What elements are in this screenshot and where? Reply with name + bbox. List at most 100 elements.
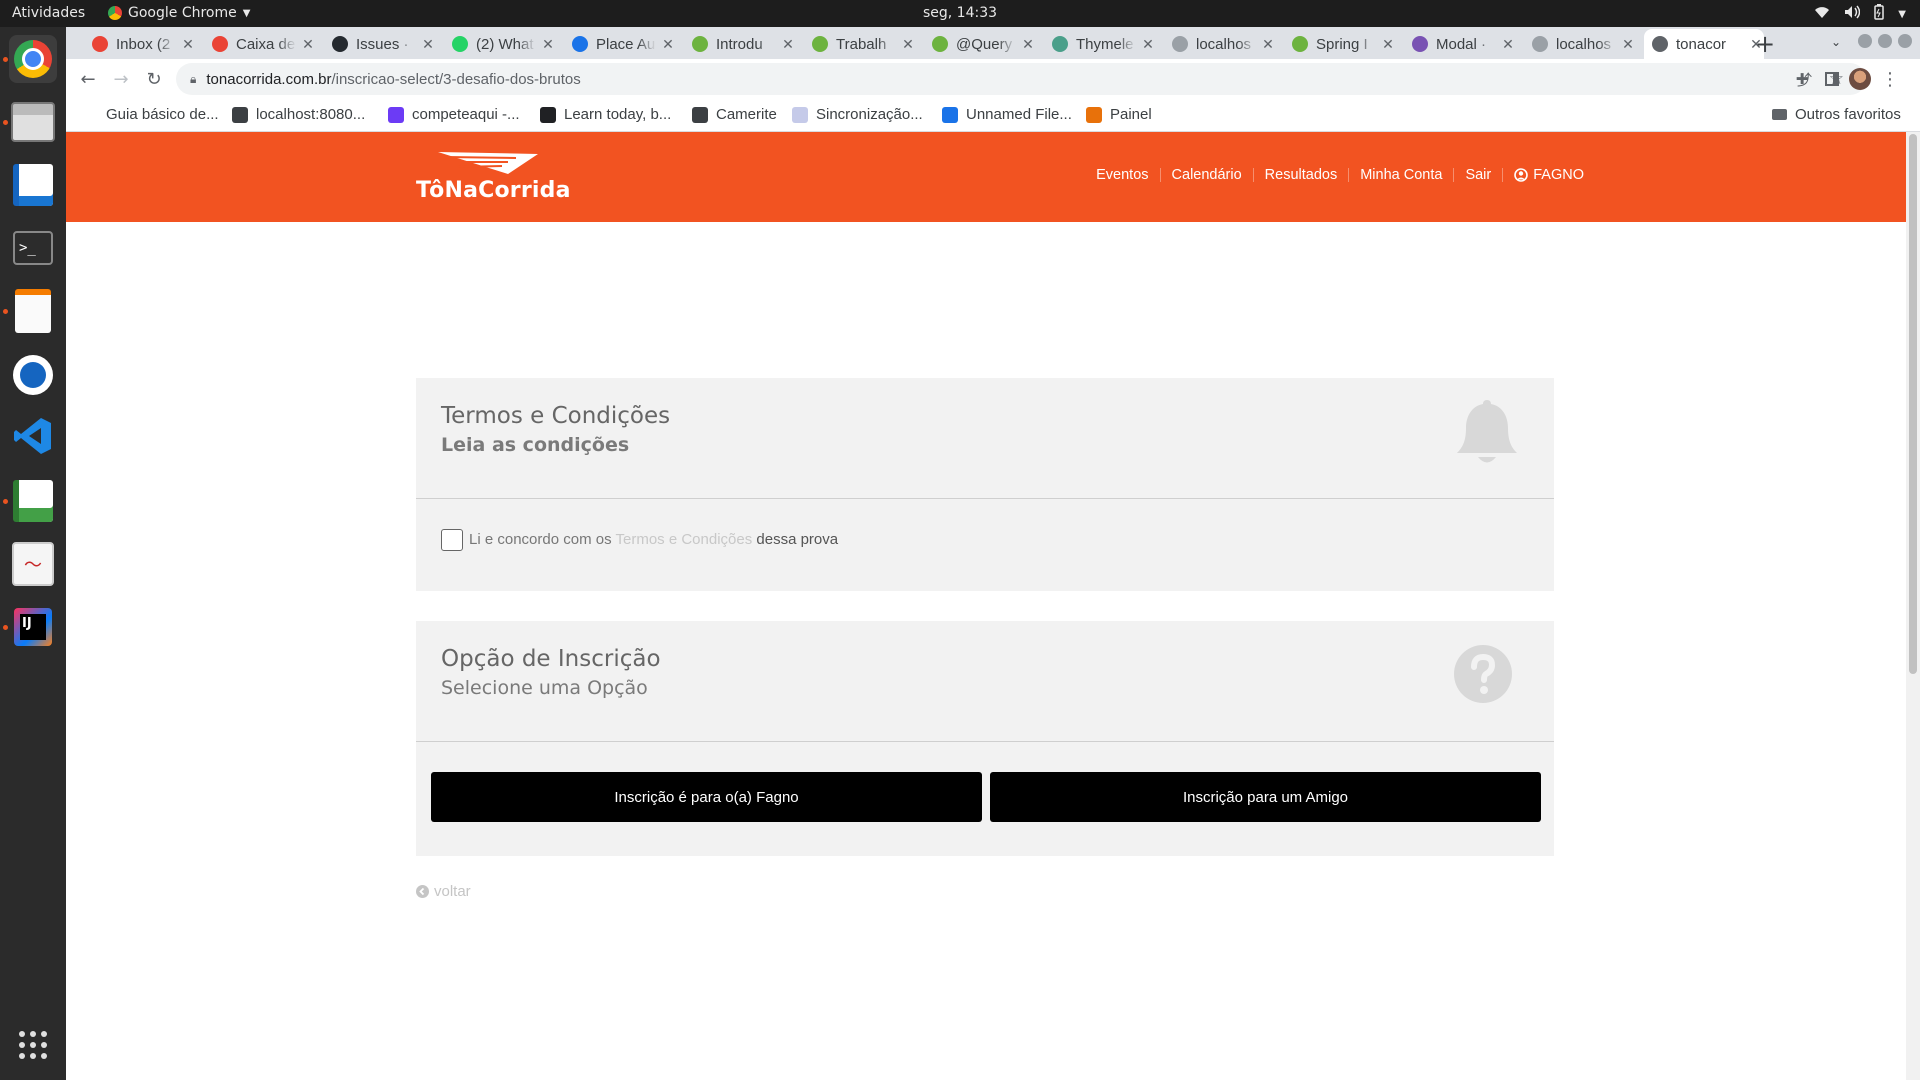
browser-tab[interactable]: localhos ✕ — [1524, 29, 1636, 59]
side-panel-icon[interactable] — [1820, 67, 1844, 91]
terms-link[interactable]: Termos e Condições — [615, 531, 752, 548]
bookmark-item[interactable]: Unnamed File... — [942, 106, 1072, 123]
tab-close-icon[interactable]: ✕ — [420, 36, 436, 53]
tab-title: Inbox (2 — [116, 35, 171, 53]
dock-chrome[interactable] — [9, 35, 57, 83]
back-arrow-icon[interactable]: ← — [76, 67, 100, 91]
tab-title: Introdu — [716, 35, 763, 53]
battery-icon — [1874, 4, 1885, 24]
folder-icon — [1772, 109, 1787, 120]
dock-intellij[interactable]: IJ — [9, 603, 57, 651]
tab-favicon-icon — [812, 36, 828, 52]
scrollbar-thumb[interactable] — [1909, 134, 1917, 674]
browser-tab[interactable]: Modal · ✕ — [1404, 29, 1516, 59]
new-tab-button[interactable]: + — [1751, 30, 1779, 58]
register-friend-button[interactable]: Inscrição para um Amigo — [990, 772, 1541, 822]
browser-tab[interactable]: @Query ✕ — [924, 29, 1036, 59]
dock-calc[interactable] — [9, 477, 57, 525]
address-bar[interactable]: 🔒︎ tonacorrida.com.br/inscricao-select/3… — [176, 63, 1866, 95]
dock-android-studio[interactable] — [9, 351, 57, 399]
nav-resultados[interactable]: Resultados — [1265, 167, 1338, 183]
browser-tab[interactable]: Place Au ✕ — [564, 29, 676, 59]
bookmark-favicon-icon — [232, 106, 248, 123]
nav-calendario[interactable]: Calendário — [1172, 167, 1242, 183]
tab-close-icon[interactable]: ✕ — [300, 36, 316, 53]
tab-title: @Query — [956, 35, 1013, 53]
browser-tab[interactable]: tonacor ✕ — [1644, 29, 1764, 59]
browser-tab[interactable]: Introdu ✕ — [684, 29, 796, 59]
browser-tab[interactable]: Issues · ✕ — [324, 29, 436, 59]
extensions-icon[interactable]: ✚ — [1790, 67, 1814, 91]
grid-icon — [18, 1030, 48, 1064]
nav-divider — [1502, 168, 1504, 182]
nav-sair[interactable]: Sair — [1465, 167, 1491, 183]
clock[interactable]: seg, 14:33 — [923, 5, 997, 21]
option-panel-header: Opção de Inscrição Selecione uma Opção — [416, 621, 1554, 742]
browser-tab[interactable]: Trabalh ✕ — [804, 29, 916, 59]
app-menu[interactable]: Google Chrome ▼ — [108, 5, 250, 21]
lock-icon[interactable]: 🔒︎ — [190, 72, 196, 87]
forward-arrow-icon[interactable]: → — [109, 67, 133, 91]
avatar[interactable] — [1848, 67, 1872, 91]
show-apps-button[interactable] — [9, 1023, 57, 1071]
terminal-icon: >_ — [13, 231, 53, 265]
dock-vscode[interactable] — [9, 414, 57, 462]
nav-eventos[interactable]: Eventos — [1096, 167, 1148, 183]
bookmark-item[interactable]: Painel — [1086, 106, 1152, 123]
terms-subtitle: Leia as condições — [441, 434, 630, 456]
tab-close-icon[interactable]: ✕ — [780, 36, 796, 53]
browser-tab[interactable]: localhos ✕ — [1164, 29, 1276, 59]
browser-tab[interactable]: Thymele ✕ — [1044, 29, 1156, 59]
tab-title: Spring I — [1316, 35, 1368, 53]
tab-title: Caixa de — [236, 35, 296, 53]
system-tray[interactable]: ▼ — [1814, 4, 1906, 24]
tab-title: tonacor — [1676, 35, 1727, 53]
bookmark-item[interactable]: localhost:8080... — [232, 106, 365, 123]
tab-close-icon[interactable]: ✕ — [180, 36, 196, 53]
logo-wings-icon — [438, 152, 538, 174]
bell-icon — [1456, 398, 1518, 470]
nav-user[interactable]: FAGNO — [1514, 167, 1584, 183]
tab-title: Issues · — [356, 35, 409, 53]
tab-close-icon[interactable]: ✕ — [660, 36, 676, 53]
bookmark-label: Learn today, b... — [564, 106, 672, 123]
document-icon — [13, 164, 53, 206]
bookmark-item[interactable]: Learn today, b... — [540, 106, 671, 123]
maximize-button[interactable] — [1878, 34, 1892, 48]
reload-icon[interactable]: ↻ — [142, 67, 166, 91]
register-self-button[interactable]: Inscrição é para o(a) Fagno — [431, 772, 982, 822]
tab-close-icon[interactable]: ✕ — [900, 36, 916, 53]
other-bookmarks[interactable]: Outros favoritos — [1772, 106, 1901, 123]
bookmark-item[interactable]: competeaqui -... — [388, 106, 520, 123]
browser-tab[interactable]: (2) What ✕ — [444, 29, 556, 59]
nav-minha-conta[interactable]: Minha Conta — [1360, 167, 1442, 183]
minimize-button[interactable] — [1858, 34, 1872, 48]
page-scrollbar[interactable] — [1906, 132, 1920, 1080]
dock-writer[interactable] — [9, 161, 57, 209]
browser-tab[interactable]: Inbox (2 ✕ — [84, 29, 196, 59]
tab-close-icon[interactable]: ✕ — [540, 36, 556, 53]
terms-agreement-label[interactable]: Li e concordo com os Termos e Condições … — [469, 531, 838, 548]
tab-close-icon[interactable]: ✕ — [1620, 36, 1636, 53]
browser-tab[interactable]: Caixa de ✕ — [204, 29, 316, 59]
activities-button[interactable]: Atividades — [12, 5, 85, 21]
tab-close-icon[interactable]: ✕ — [1380, 36, 1396, 53]
dock-terminal[interactable]: >_ — [9, 224, 57, 272]
terms-checkbox[interactable] — [441, 529, 463, 551]
bookmark-item[interactable]: Sincronização... — [792, 106, 923, 123]
bookmark-item[interactable]: Guia básico de... — [106, 106, 219, 123]
dock-files[interactable] — [9, 98, 57, 146]
dock-evince[interactable]: 〜 — [9, 540, 57, 588]
dock-text-editor[interactable] — [9, 287, 57, 335]
tab-close-icon[interactable]: ✕ — [1500, 36, 1516, 53]
back-link[interactable]: voltar — [416, 883, 471, 900]
tab-search-button[interactable]: ⌄ — [1831, 35, 1841, 49]
more-menu-icon[interactable]: ⋮ — [1878, 67, 1902, 91]
tab-close-icon[interactable]: ✕ — [1020, 36, 1036, 53]
tab-close-icon[interactable]: ✕ — [1260, 36, 1276, 53]
site-logo[interactable]: TôNaCorrida — [416, 150, 571, 203]
browser-tab[interactable]: Spring I ✕ — [1284, 29, 1396, 59]
tab-close-icon[interactable]: ✕ — [1140, 36, 1156, 53]
close-window-button[interactable] — [1898, 34, 1912, 48]
bookmark-item[interactable]: Camerite — [692, 106, 777, 123]
